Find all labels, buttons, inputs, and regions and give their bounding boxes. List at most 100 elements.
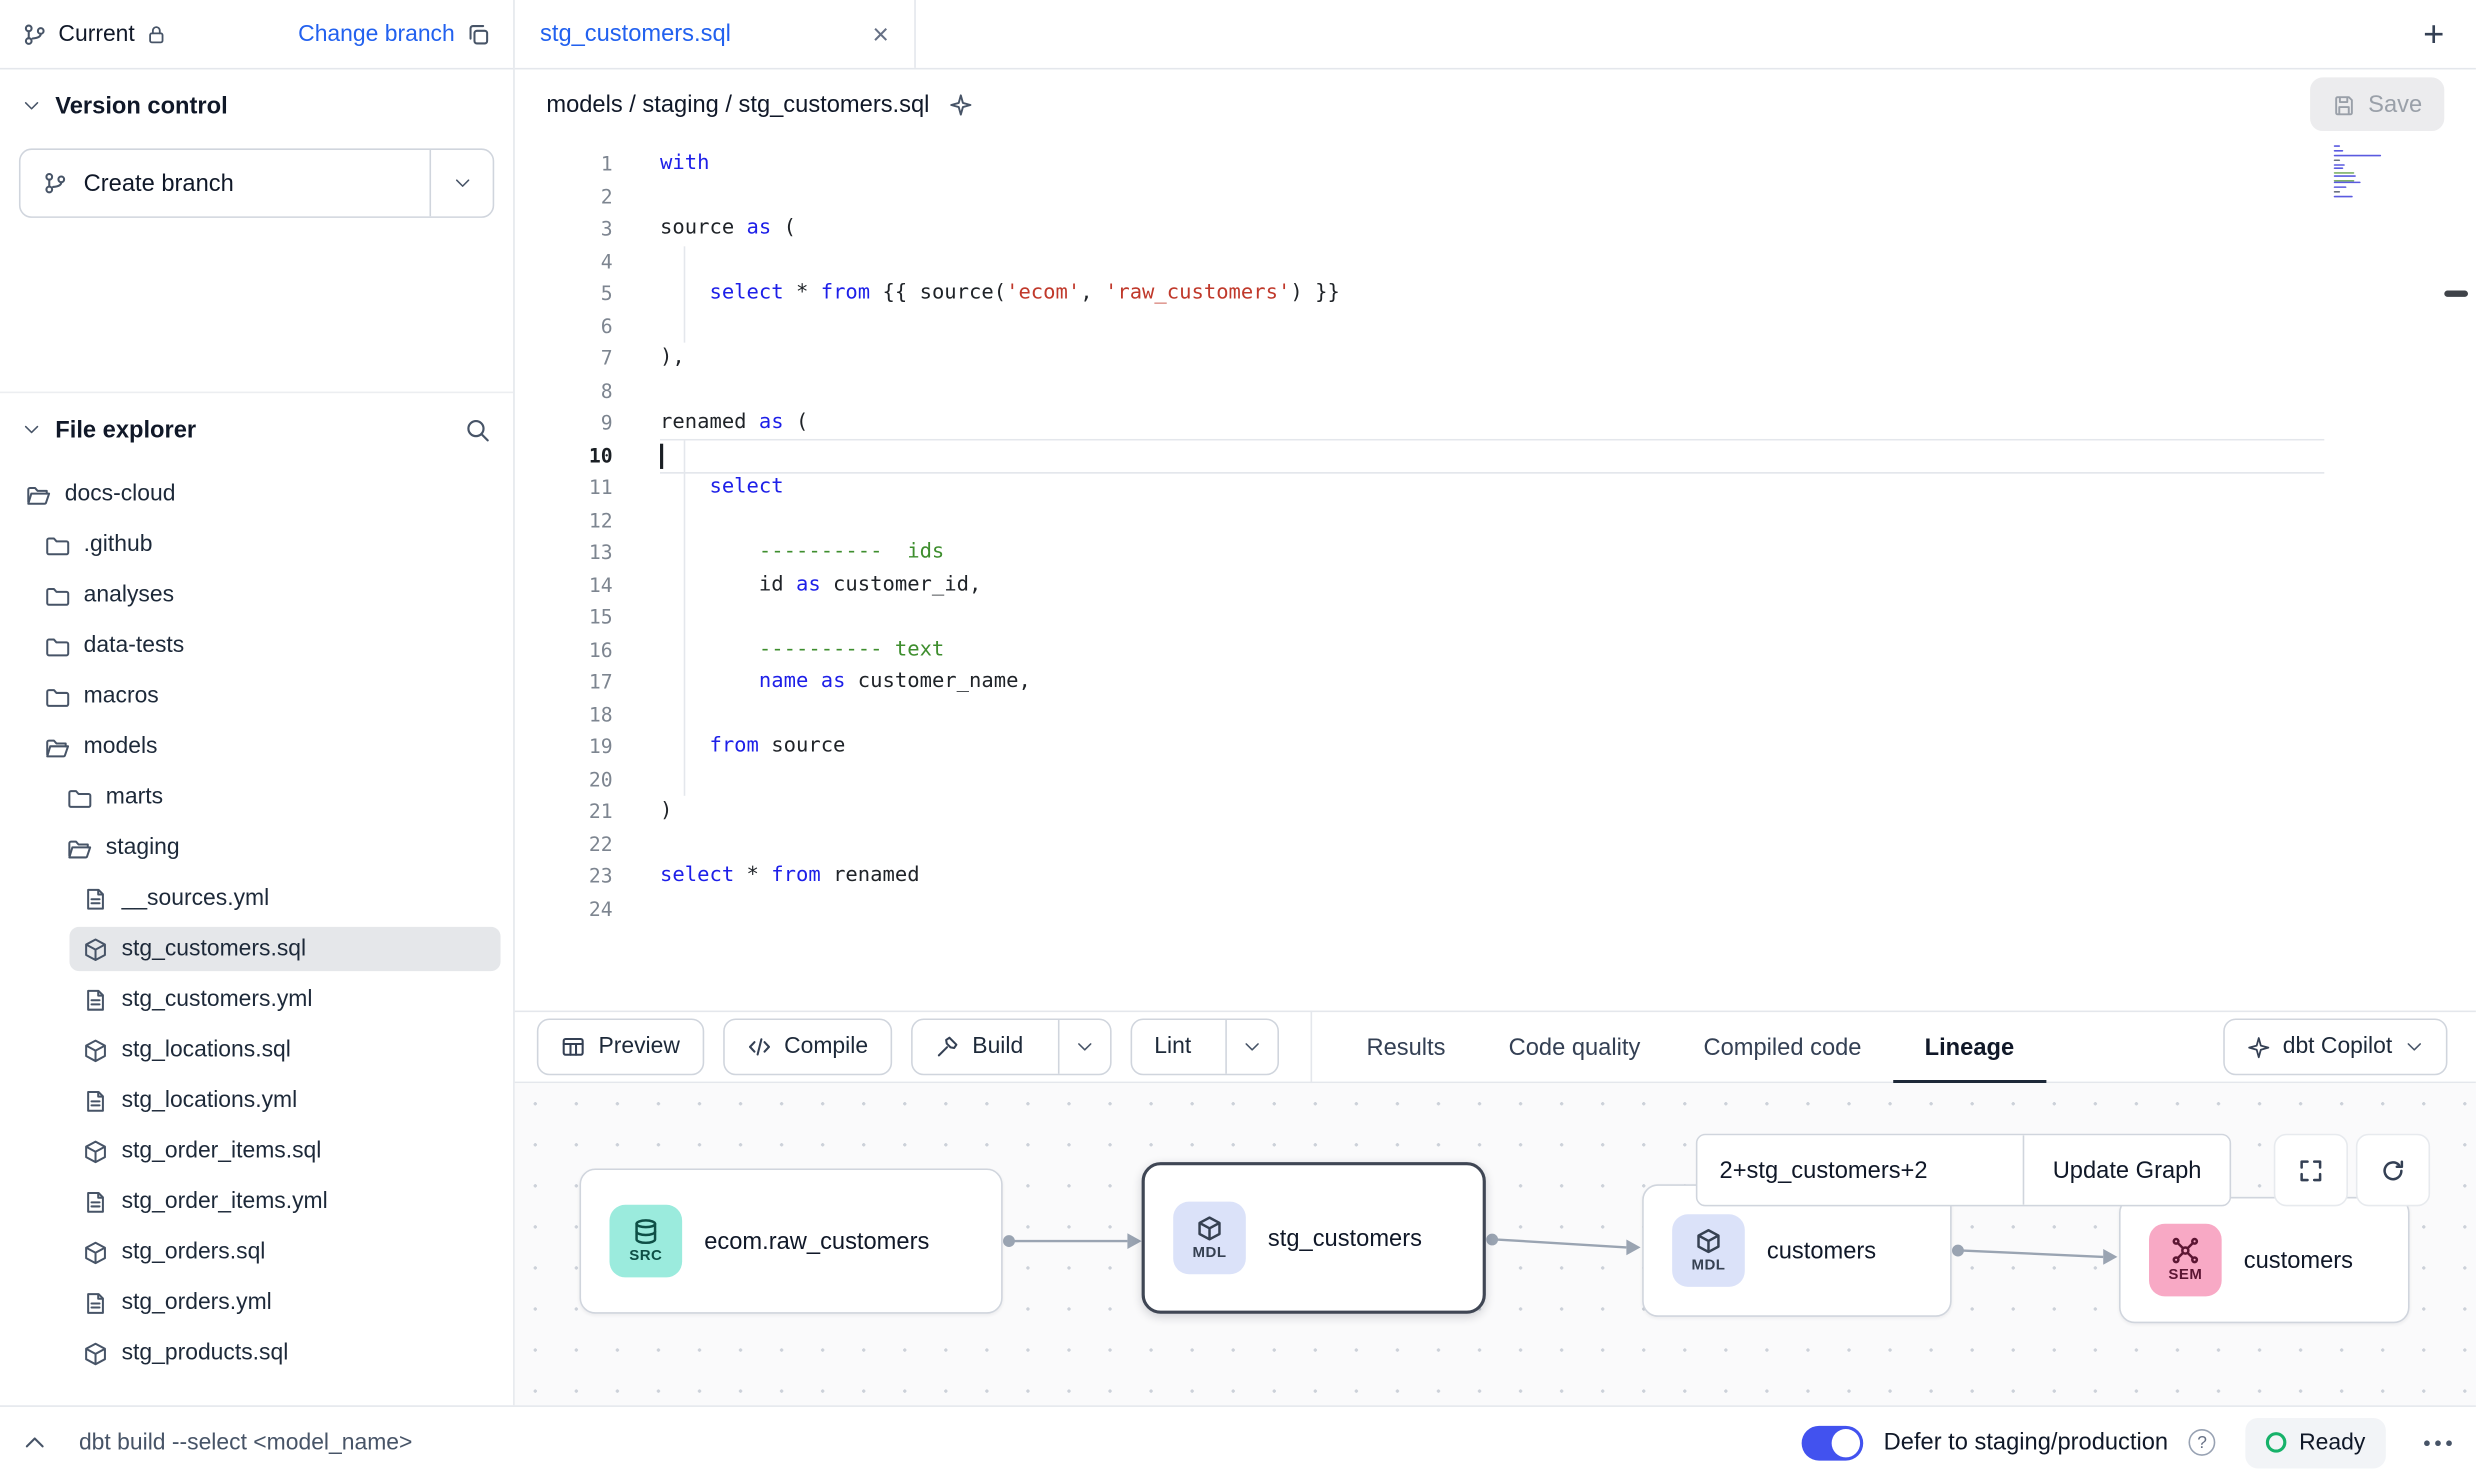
line-number: 22 — [515, 828, 613, 860]
code-line[interactable]: 10 — [515, 440, 2476, 472]
tab-lineage[interactable]: Lineage — [1893, 1011, 2046, 1084]
code-line[interactable]: 13 ---------- ids — [515, 537, 2476, 569]
help-icon[interactable]: ? — [2189, 1429, 2216, 1456]
lineage-selector-input[interactable] — [1697, 1135, 2022, 1204]
new-tab-button[interactable]: + — [2423, 16, 2444, 52]
tree-item-stg_locations.sql[interactable]: stg_locations.sql — [0, 1025, 513, 1076]
tree-item-stg_locations.yml[interactable]: stg_locations.yml — [0, 1075, 513, 1126]
lineage-node-customers-3[interactable]: SEMcustomers — [2119, 1197, 2410, 1323]
create-branch-button[interactable]: Create branch — [19, 148, 494, 217]
code-line[interactable]: 7), — [515, 343, 2476, 375]
tab-code-quality[interactable]: Code quality — [1477, 1011, 1672, 1084]
app-window: Current Change branch Version control Cr… — [0, 0, 2476, 1478]
more-options-button[interactable] — [2422, 1438, 2454, 1447]
tab-compiled-code[interactable]: Compiled code — [1672, 1011, 1893, 1084]
create-branch-dropdown[interactable] — [429, 150, 492, 216]
chevron-up-icon[interactable] — [22, 1430, 47, 1455]
code-line[interactable]: 18 — [515, 699, 2476, 731]
code-line[interactable]: 2 — [515, 181, 2476, 213]
line-number: 17 — [515, 666, 613, 698]
code-line[interactable]: 3source as ( — [515, 213, 2476, 245]
tree-item-docs-cloud[interactable]: docs-cloud — [0, 469, 513, 520]
code-line[interactable]: 19 from source — [515, 731, 2476, 763]
code-line[interactable]: 1with — [515, 148, 2476, 180]
code-line-text: ---------- ids — [660, 537, 2324, 569]
tree-item-macros[interactable]: macros — [0, 671, 513, 722]
tab-label: Results — [1366, 1033, 1445, 1060]
code-line[interactable]: 17 name as customer_name, — [515, 666, 2476, 698]
tree-item-analyses[interactable]: analyses — [0, 570, 513, 621]
build-button[interactable]: Build — [912, 1020, 1045, 1074]
tree-item-stg_order_items.yml[interactable]: stg_order_items.yml — [0, 1176, 513, 1227]
lineage-node-stg_customers-1[interactable]: MDLstg_customers — [1142, 1162, 1486, 1314]
code-line[interactable]: 9renamed as ( — [515, 407, 2476, 439]
tree-item-stg_products.sql[interactable]: stg_products.sql — [0, 1328, 513, 1379]
code-line[interactable]: 22 — [515, 828, 2476, 860]
refresh-button[interactable] — [2356, 1134, 2430, 1207]
code-line[interactable]: 21) — [515, 796, 2476, 828]
save-button[interactable]: Save — [2310, 77, 2445, 131]
code-line[interactable]: 6 — [515, 310, 2476, 342]
tree-item-__sources.yml[interactable]: __sources.yml — [0, 873, 513, 924]
tree-item-.github[interactable]: .github — [0, 519, 513, 570]
indent-guide — [684, 246, 686, 343]
tree-item-label: stg_order_items.sql — [122, 1138, 322, 1163]
code-line[interactable]: 4 — [515, 246, 2476, 278]
tree-item-staging[interactable]: staging — [0, 823, 513, 874]
file-explorer-header[interactable]: File explorer — [0, 393, 513, 466]
code-line[interactable]: 15 — [515, 602, 2476, 634]
tree-item-label: docs-cloud — [65, 482, 176, 507]
editor-scrollbar-thumb[interactable] — [2444, 291, 2468, 297]
lint-button[interactable]: Lint — [1132, 1020, 1213, 1074]
copy-icon[interactable] — [466, 21, 491, 46]
lint-dropdown[interactable] — [1226, 1020, 1278, 1074]
dbt-copilot-button[interactable]: dbt Copilot — [2223, 1018, 2448, 1075]
change-branch-link[interactable]: Change branch — [298, 21, 455, 46]
update-graph-button[interactable]: Update Graph — [2023, 1135, 2230, 1204]
status-ready-button[interactable]: Ready — [2245, 1417, 2385, 1468]
tree-item-stg_customers.sql[interactable]: stg_customers.sql — [0, 924, 513, 975]
compile-button[interactable]: Compile — [723, 1018, 892, 1075]
code-line[interactable]: 14 id as customer_id, — [515, 569, 2476, 601]
tree-item-models[interactable]: models — [0, 722, 513, 773]
line-number: 3 — [515, 213, 613, 245]
preview-button[interactable]: Preview — [537, 1018, 704, 1075]
folder-icon — [44, 582, 71, 609]
tree-item-stg_customers.yml[interactable]: stg_customers.yml — [0, 974, 513, 1025]
branch-bar: Current Change branch — [0, 0, 513, 69]
build-dropdown[interactable] — [1058, 1020, 1110, 1074]
semantic-badge: SEM — [2149, 1224, 2222, 1297]
code-line[interactable]: 20 — [515, 763, 2476, 795]
tree-item-marts[interactable]: marts — [0, 772, 513, 823]
lineage-panel[interactable]: SRCecom.raw_customersMDLstg_customersMDL… — [515, 1083, 2476, 1405]
code-line[interactable]: 12 — [515, 504, 2476, 536]
tree-item-stg_orders.sql[interactable]: stg_orders.sql — [0, 1227, 513, 1278]
code-line[interactable]: 8 — [515, 375, 2476, 407]
file-explorer-section: File explorer docs-cloud .githubanalysesd… — [0, 392, 513, 1379]
code-line[interactable]: 24 — [515, 893, 2476, 925]
toolbar-divider — [1311, 1011, 1313, 1084]
code-line[interactable]: 23select * from renamed — [515, 861, 2476, 893]
tree-item-data-tests[interactable]: data-tests — [0, 621, 513, 672]
fullscreen-button[interactable] — [2274, 1134, 2348, 1207]
editor-minimap[interactable] — [2334, 145, 2391, 199]
tab-results[interactable]: Results — [1335, 1011, 1477, 1084]
close-icon[interactable]: × — [872, 20, 889, 48]
code-line-text: id as customer_id, — [660, 569, 2324, 601]
result-tabs: Results Code qualityCompiled codeLineage — [1335, 1011, 2046, 1084]
code-line[interactable]: 16 ---------- text — [515, 634, 2476, 666]
search-icon[interactable] — [464, 416, 491, 443]
folder-open-icon — [66, 835, 93, 862]
line-number: 4 — [515, 246, 613, 278]
ready-label: Ready — [2299, 1430, 2365, 1455]
code-editor[interactable]: 1with23source as (45 select * from {{ so… — [515, 139, 2476, 1011]
defer-toggle[interactable] — [1802, 1425, 1864, 1460]
code-line[interactable]: 11 select — [515, 472, 2476, 504]
copilot-sparkle-icon[interactable] — [948, 92, 972, 116]
tree-item-stg_orders.yml[interactable]: stg_orders.yml — [0, 1277, 513, 1328]
code-line[interactable]: 5 select * from {{ source('ecom', 'raw_c… — [515, 278, 2476, 310]
version-control-header[interactable]: Version control — [0, 69, 513, 142]
tree-item-stg_order_items.sql[interactable]: stg_order_items.sql — [0, 1126, 513, 1177]
lineage-node-ecom.raw_customers-0[interactable]: SRCecom.raw_customers — [579, 1168, 1002, 1313]
tab-stg-customers-sql[interactable]: stg_customers.sql × — [515, 0, 916, 68]
